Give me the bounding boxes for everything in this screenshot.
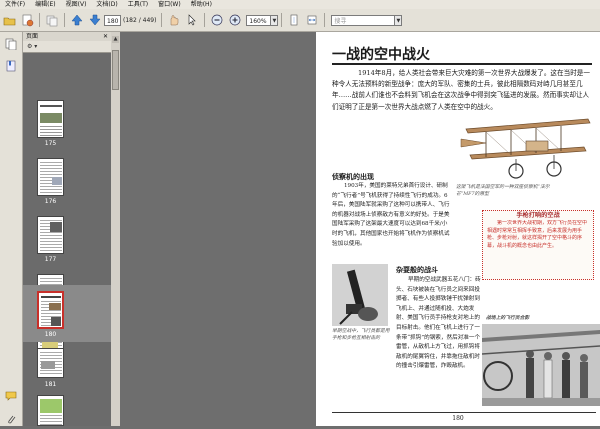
sidebar-box: 手枪打响的空战 第一次世界大战初期，双方飞行员在空中相遇时常常互相挥手致意，后来… [482, 210, 594, 280]
document-page: 一战的空中战火 1914年8月，给人类社会带来巨大灾难的第一次世界大战爆发了。这… [316, 32, 600, 426]
comments-icon[interactable] [5, 387, 17, 406]
dogfight-heading: 杂耍般的战斗 [396, 266, 438, 274]
biplane-illustration [456, 99, 598, 187]
search-input[interactable]: 搜寻 [331, 14, 396, 26]
attachments-icon[interactable] [5, 410, 17, 429]
open-folder-icon[interactable] [2, 13, 16, 27]
thumbnail-page-176[interactable] [37, 158, 64, 196]
menu-view[interactable]: 视图(V) [61, 0, 92, 9]
biplane-caption: 这架飞机是法国空军的一种双座侦察机“法尔芒”MF7的原型 [456, 185, 550, 197]
dogfight-continuation [332, 384, 482, 410]
menu-tools[interactable]: 工具(T) [123, 0, 153, 9]
thumbnail-label: 177 [44, 256, 57, 263]
menu-edit[interactable]: 编辑(E) [30, 0, 60, 9]
close-panel-icon[interactable]: ✕ [103, 32, 108, 41]
navigation-pane-strip [0, 32, 23, 426]
thumbnail-page-177[interactable] [37, 216, 64, 254]
machine-gun-photo [332, 264, 388, 326]
menu-window[interactable]: 窗口(W) [153, 0, 186, 9]
page-number: 180 [452, 415, 464, 422]
thumbnail-label: 180 [44, 331, 57, 338]
thumbnail-label: 181 [44, 381, 57, 388]
fit-width-icon[interactable] [305, 13, 319, 27]
thumbnail-page-175[interactable] [37, 100, 64, 138]
sidebar-title: 手枪打响的空战 [516, 212, 560, 219]
zoom-level-input[interactable]: 160% [246, 14, 272, 26]
toolbar-divider [324, 13, 326, 27]
thumbnail-label: 176 [44, 198, 57, 205]
recon-heading: 侦察机的出现 [332, 173, 374, 181]
menu-bar: 文件(F) 编辑(E) 视图(V) 文档(D) 工具(T) 窗口(W) 帮助(H… [0, 0, 600, 9]
toolbar: 180 (182 / 449) 160% ▼ 搜寻 ▼ [0, 9, 600, 32]
zoom-in-icon[interactable] [228, 13, 242, 27]
options-icon[interactable]: ⚙ ▾ [27, 43, 37, 50]
toolbar-divider [281, 13, 283, 27]
toolbar-divider [64, 13, 65, 27]
machine-gun-caption: 早期空战中，飞行员都是用手枪和步枪互相射击的 [332, 329, 390, 341]
fit-page-icon[interactable] [287, 13, 301, 27]
copy-icon[interactable] [45, 13, 59, 27]
zoom-dropdown-button[interactable]: ▼ [271, 14, 279, 26]
document-view[interactable]: 一战的空中战火 1914年8月，给人类社会带来巨大灾难的第一次世界大战爆发了。这… [120, 32, 600, 426]
pages-panel-header: 页面 ✕ [23, 32, 120, 41]
thumbnail-page-180[interactable] [37, 291, 64, 329]
menu-file[interactable]: 文件(F) [0, 0, 30, 9]
bookmarks-panel-icon[interactable] [5, 57, 17, 76]
menu-help[interactable]: 帮助(H) [186, 0, 217, 9]
toolbar-divider [39, 13, 40, 27]
sidebar-text: 第一次世界大战初期，双方飞行员在空中相遇时常常互相挥手致意，后来发展为用手枪、步… [487, 220, 588, 249]
menu-document[interactable]: 文档(D) [91, 0, 122, 9]
thumbnail-page-182[interactable] [37, 395, 64, 426]
toolbar-divider [204, 13, 206, 27]
search-dropdown-button[interactable]: ▼ [395, 14, 403, 26]
footer-rule [332, 412, 596, 413]
previous-page-icon[interactable] [70, 13, 84, 27]
page-count: (182 / 449) [123, 16, 157, 24]
thumbnail-label: 175 [44, 140, 57, 147]
pages-panel-title: 页面 [26, 33, 39, 40]
pages-panel-icon[interactable] [5, 35, 17, 54]
options-menu[interactable]: ⚙ ▾ [23, 41, 120, 53]
page-title: 一战的空中战火 [332, 47, 430, 63]
scrollbar-thumb[interactable] [112, 50, 119, 90]
dogfight-paragraph: 早期的空战武器五花八门：砖头、石块被装在飞行员之间来回投掷者、有些人投掷铁锤干扰… [396, 277, 481, 370]
zoom-out-icon[interactable] [210, 13, 224, 27]
scroll-up-arrow-icon[interactable]: ▲ [112, 36, 119, 43]
document-tools-icon[interactable] [20, 13, 34, 27]
title-rule [332, 63, 592, 65]
thumbnail-scrollbar[interactable]: ▲ [111, 32, 120, 426]
recon-paragraph: 1903年，美国的莱特兄弟首行设计、研制的“飞行者”号飞机获得了持续性飞行的成功… [332, 183, 450, 247]
hand-tool-icon[interactable] [167, 13, 181, 27]
toolbar-divider [161, 13, 163, 27]
photo-caption: 战场上的飞行员合影 [486, 315, 530, 321]
pilots-photo [481, 324, 600, 406]
thumbnail-page-181[interactable] [37, 348, 64, 378]
select-tool-icon[interactable] [185, 13, 199, 27]
page-number-input[interactable]: 180 [104, 14, 121, 26]
next-page-icon[interactable] [88, 13, 102, 27]
